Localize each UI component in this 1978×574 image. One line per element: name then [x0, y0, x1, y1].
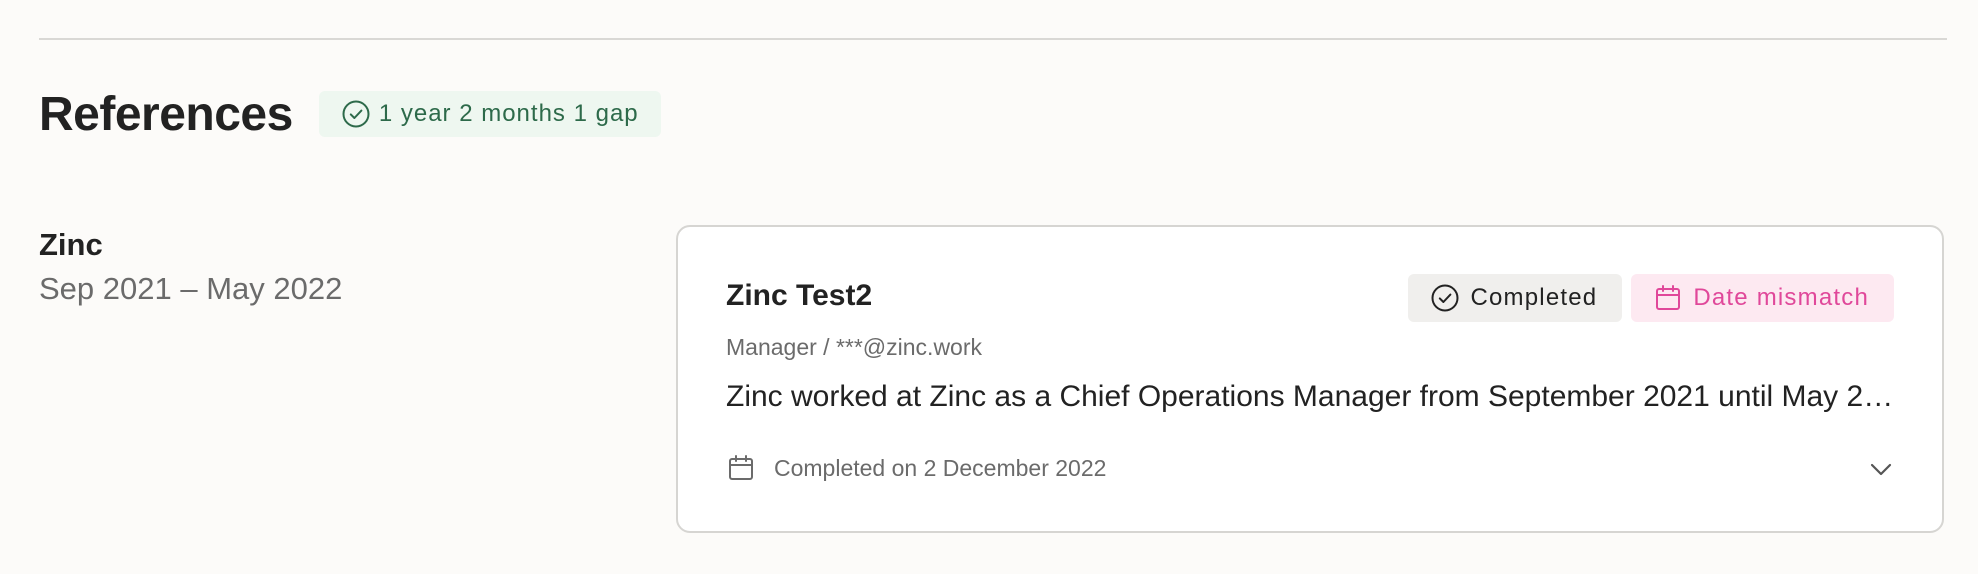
completed-status-badge: Completed [1408, 274, 1623, 322]
duration-badge-label: 1 year 2 months 1 gap [378, 100, 639, 127]
referee-name: Zinc Test2 [726, 279, 873, 312]
referee-contact: Manager / ***@zinc.work [726, 334, 982, 360]
completed-status-label: Completed [1470, 284, 1598, 311]
employer-name: Zinc [39, 227, 103, 262]
employment-entry: Zinc Sep 2021 – May 2022 [39, 226, 342, 310]
date-mismatch-badge: Date mismatch [1631, 274, 1894, 322]
references-header: References 1 year 2 months 1 gap [39, 84, 661, 144]
employment-period: Sep 2021 – May 2022 [39, 271, 343, 306]
reference-summary: Zinc worked at Zinc as a Chief Operation… [726, 380, 1898, 413]
calendar-icon [1656, 285, 1681, 310]
duration-badge: 1 year 2 months 1 gap [318, 91, 661, 137]
expand-reference-button[interactable] [1868, 456, 1894, 482]
check-circle-icon [342, 100, 370, 128]
section-divider [39, 38, 1947, 40]
reference-badges: Completed Date mismatch [1408, 274, 1894, 322]
completed-date-text: Completed on 2 December 2022 [774, 454, 1107, 481]
check-circle-icon [1431, 284, 1459, 312]
chevron-down-icon [1870, 463, 1892, 476]
section-title: References [39, 87, 293, 141]
reference-card[interactable]: Zinc Test2 Completed Date mismatch Manag… [676, 225, 1944, 533]
date-mismatch-label: Date mismatch [1693, 284, 1869, 311]
completion-info: Completed on 2 December 2022 [726, 453, 1106, 483]
calendar-icon [729, 455, 753, 480]
